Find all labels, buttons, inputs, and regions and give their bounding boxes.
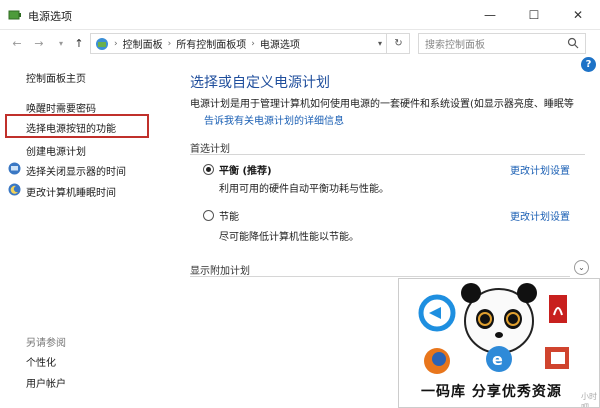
back-icon[interactable]: ←	[8, 34, 26, 52]
watermark-small-text: 小时吧	[581, 392, 597, 408]
sidebar-item-display-off[interactable]: 选择关闭显示器的时间	[26, 163, 126, 178]
recent-locations-icon[interactable]: ▾	[52, 34, 70, 52]
chevron-down-icon[interactable]: ⌄	[574, 260, 589, 275]
search-icon	[567, 37, 579, 49]
maximize-button[interactable]: ☐	[512, 0, 556, 30]
sidebar-home-link[interactable]: 控制面板主页	[26, 70, 86, 85]
app-icons-collage: e	[418, 283, 569, 374]
search-input[interactable]: 搜索控制面板	[418, 33, 586, 54]
breadcrumb-separator: ›	[251, 38, 255, 49]
sidebar-item-power-button[interactable]: 选择电源按钮的功能	[26, 120, 116, 135]
close-button[interactable]: ✕	[556, 0, 600, 30]
page-description: 电源计划是用于管理计算机如何使用电源的一套硬件和系统设置(如显示器亮度、睡眠等	[190, 99, 574, 110]
see-also-user-accounts[interactable]: 用户帐户	[26, 375, 66, 390]
plan-balanced-radio[interactable]	[203, 164, 214, 175]
section-divider	[190, 276, 570, 277]
monitor-icon	[8, 162, 21, 175]
preferred-plans-heading: 首选计划	[190, 144, 230, 155]
address-bar[interactable]: › 控制面板 › 所有控制面板项 › 电源选项	[90, 33, 410, 54]
power-options-icon	[8, 10, 21, 20]
breadcrumb-control-panel[interactable]: 控制面板	[123, 36, 163, 51]
breadcrumb-all-items[interactable]: 所有控制面板项	[176, 36, 246, 51]
title-bar: 电源选项 — ☐ ✕	[0, 0, 600, 30]
navigation-bar: ← → ▾ ↑ › 控制面板 › 所有控制面板项 › 电源选项 ▾ ↻ 搜索控制…	[0, 30, 600, 56]
moon-icon	[8, 183, 21, 196]
breadcrumb-separator: ›	[167, 38, 172, 49]
plan-saver-desc: 尽可能降低计算机性能以节能。	[219, 232, 359, 243]
plan-balanced-name[interactable]: 平衡 (推荐)	[219, 162, 272, 177]
plan-balanced-desc: 利用可用的硬件自动平衡功耗与性能。	[219, 184, 389, 195]
learn-more-link[interactable]: 告诉我有关电源计划的详细信息	[204, 112, 344, 127]
see-also-personalization[interactable]: 个性化	[26, 354, 56, 369]
plan-saver-radio[interactable]	[203, 210, 214, 221]
refresh-icon[interactable]: ↻	[386, 33, 410, 54]
svg-text:e: e	[492, 350, 503, 369]
up-icon[interactable]: ↑	[70, 34, 88, 52]
breadcrumb-power-options[interactable]: 电源选项	[260, 36, 300, 51]
breadcrumb-separator: ›	[114, 38, 118, 49]
sidebar-item-wake-password[interactable]: 唤醒时需要密码	[26, 100, 96, 115]
plan-saver-name[interactable]: 节能	[219, 208, 239, 223]
additional-plans-toggle[interactable]: 显示附加计划	[190, 262, 250, 277]
search-placeholder: 搜索控制面板	[425, 40, 485, 51]
forward-icon[interactable]: →	[30, 34, 48, 52]
watermark-overlay: e 一码库 分享优秀资源 小时吧	[398, 278, 600, 408]
window-title: 电源选项	[28, 10, 72, 23]
sidebar-item-sleep-time[interactable]: 更改计算机睡眠时间	[26, 184, 116, 199]
control-panel-icon	[96, 37, 108, 50]
page-title: 选择或自定义电源计划	[190, 75, 330, 91]
plan-saver-change-link[interactable]: 更改计划设置	[510, 208, 570, 223]
section-divider	[190, 154, 585, 155]
sidebar-item-create-plan[interactable]: 创建电源计划	[26, 143, 86, 158]
plan-balanced-change-link[interactable]: 更改计划设置	[510, 162, 570, 177]
see-also-heading: 另请参阅	[26, 338, 66, 349]
help-icon[interactable]: ?	[581, 57, 596, 72]
minimize-button[interactable]: —	[468, 0, 512, 30]
watermark-text: 一码库 分享优秀资源	[421, 384, 562, 400]
